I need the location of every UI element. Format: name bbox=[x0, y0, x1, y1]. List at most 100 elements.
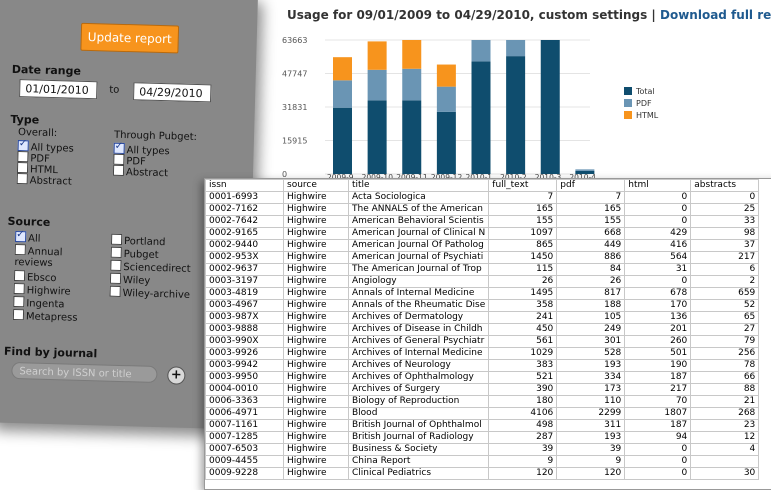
table-row[interactable]: 0001-6993 Highwire Acta Sociologica 7 7 0 0 bbox=[205, 191, 760, 204]
column-header-pdf[interactable]: pdf bbox=[556, 179, 626, 192]
bar-html bbox=[436, 64, 456, 87]
checkbox-box[interactable] bbox=[110, 246, 122, 258]
checkbox-box[interactable] bbox=[113, 142, 125, 155]
table-row[interactable]: 0007-1285 Highwire British Journal of Radi… bbox=[205, 431, 760, 444]
checkbox-box[interactable] bbox=[109, 272, 122, 284]
cell-title: American Journal Of Patholog bbox=[347, 239, 490, 252]
update-report-button[interactable]: Update report bbox=[80, 22, 180, 54]
cell-full-text: 561 bbox=[488, 335, 558, 348]
table-row[interactable]: 0002-9637 Highwire The American Journal of… bbox=[205, 263, 760, 276]
checkbox-label: Metapress bbox=[25, 311, 78, 324]
table-header-row: issn source title full_text pdf html abstracts bbox=[205, 179, 760, 192]
date-from-input[interactable]: 01/01/2010 bbox=[19, 79, 98, 100]
checkbox-box[interactable] bbox=[16, 162, 29, 174]
cell-abstracts: 23 bbox=[690, 419, 760, 432]
checkbox-wiley-archive[interactable]: Wiley-archive bbox=[109, 285, 190, 301]
bar-html bbox=[367, 41, 387, 70]
table-row[interactable]: 0002-7642 Highwire American Behavioral Sci… bbox=[205, 215, 760, 228]
cell-full-text: 1029 bbox=[488, 347, 558, 360]
column-header-full-text[interactable]: full_text bbox=[488, 179, 558, 192]
checkbox-box[interactable] bbox=[110, 259, 122, 271]
checkbox-pubget[interactable]: Pubget bbox=[110, 246, 159, 261]
journal-search-input[interactable]: Search by ISSN or title bbox=[11, 361, 158, 384]
cell-html: 678 bbox=[624, 287, 692, 300]
table-row[interactable]: 0007-6503 Highwire Business & Society 39 39 0… bbox=[205, 443, 760, 456]
cell-pdf: 249 bbox=[556, 323, 626, 336]
checkbox-wiley[interactable]: Wiley bbox=[109, 272, 151, 287]
cell-full-text: 521 bbox=[488, 371, 558, 384]
cell-abstracts: 0 bbox=[690, 191, 760, 204]
add-journal-button[interactable]: + bbox=[167, 366, 186, 385]
checkbox-box[interactable] bbox=[13, 282, 25, 295]
checkbox-box[interactable] bbox=[12, 308, 25, 321]
table-row[interactable]: 0002-953X Highwire American Journal of Psy… bbox=[205, 251, 760, 264]
cell-title: The American Journal of Trop bbox=[347, 263, 490, 276]
table-row[interactable]: 0003-987X Highwire Archives of Dermatology… bbox=[205, 311, 760, 324]
column-header-html[interactable]: html bbox=[624, 179, 692, 192]
checkbox-box[interactable] bbox=[14, 243, 26, 256]
checkbox-box[interactable] bbox=[109, 285, 121, 297]
column-header-source[interactable]: source bbox=[283, 179, 349, 192]
cell-full-text: 1495 bbox=[488, 287, 558, 300]
table-row[interactable]: 0003-3197 Highwire Angiology 26 26 0 2 bbox=[205, 275, 760, 288]
checkbox-ebsco[interactable]: Ebsco bbox=[13, 269, 57, 284]
table-row[interactable]: 0006-4971 Highwire Blood 4106 2299 1807 268 bbox=[205, 407, 760, 420]
table-row[interactable]: 0002-7162 Highwire The ANNALS of the Ameri… bbox=[205, 203, 760, 216]
cell-abstracts: 256 bbox=[690, 347, 760, 360]
table-row[interactable]: 0003-990X Highwire Archives of General Psy… bbox=[205, 335, 760, 348]
cell-html: 416 bbox=[624, 239, 692, 252]
bar-pdf bbox=[402, 68, 422, 101]
table-row[interactable]: 0006-3363 Highwire Biology of Reproduction… bbox=[205, 395, 760, 408]
cell-html: 187 bbox=[624, 419, 692, 432]
checkbox-box[interactable] bbox=[13, 269, 26, 282]
column-header-abstracts[interactable]: abstracts bbox=[690, 179, 760, 192]
checkbox-metapress[interactable]: Metapress bbox=[12, 308, 78, 324]
checkbox-box[interactable] bbox=[113, 153, 125, 166]
checkbox-abstract[interactable]: Abstract bbox=[112, 164, 168, 179]
cell-source: Highwire bbox=[283, 407, 349, 420]
checkbox-box[interactable] bbox=[17, 140, 29, 152]
cell-full-text: 115 bbox=[488, 263, 558, 276]
checkbox-all[interactable]: All bbox=[15, 231, 41, 245]
cell-html: 217 bbox=[624, 383, 692, 396]
table-row[interactable]: 0003-9888 Highwire Archives of Disease in … bbox=[205, 323, 760, 336]
column-header-issn[interactable]: issn bbox=[205, 179, 284, 192]
table-row[interactable]: 0004-0010 Highwire Archives of Surgery 390 1… bbox=[205, 383, 760, 396]
table-row[interactable]: 0002-9440 Highwire American Journal Of Pat… bbox=[205, 239, 760, 252]
table-row[interactable]: 0003-9942 Highwire Archives of Neurology 38… bbox=[205, 359, 760, 372]
table-row[interactable]: 0009-4455 Highwire China Report 9 9 0 bbox=[205, 455, 760, 468]
column-header-title[interactable]: title bbox=[347, 179, 490, 192]
checkbox-abstract[interactable]: Abstract bbox=[16, 173, 72, 188]
checkbox-box[interactable] bbox=[15, 231, 27, 243]
cell-full-text: 383 bbox=[488, 359, 558, 372]
checkbox-box[interactable] bbox=[110, 233, 123, 245]
cell-abstracts bbox=[690, 455, 760, 468]
table-row[interactable]: 0003-9926 Highwire Archives of Internal Me… bbox=[205, 347, 760, 360]
checkbox-box[interactable] bbox=[16, 173, 28, 185]
cell-issn: 0003-990X bbox=[205, 335, 284, 348]
cell-issn: 0003-4967 bbox=[205, 299, 284, 312]
checkbox-box[interactable] bbox=[17, 151, 29, 163]
cell-full-text: 39 bbox=[488, 443, 558, 456]
date-to-input[interactable]: 04/29/2010 bbox=[133, 82, 212, 103]
table-row[interactable]: 0007-1161 Highwire British Journal of Opht… bbox=[205, 419, 760, 432]
table-row[interactable]: 0003-4967 Highwire Annals of the Rheumatic… bbox=[205, 299, 760, 312]
cell-pdf: 155 bbox=[556, 215, 626, 228]
table-row[interactable]: 0002-9165 Highwire American Journal of Cli… bbox=[205, 227, 760, 240]
cell-title: American Journal of Clinical N bbox=[347, 227, 490, 240]
cell-html: 0 bbox=[624, 191, 692, 204]
table-row[interactable]: 0003-4819 Highwire Annals of Internal Medi… bbox=[205, 287, 760, 300]
cell-abstracts: 88 bbox=[690, 383, 760, 396]
table-row[interactable]: 0003-9950 Highwire Archives of Ophthalmolo… bbox=[205, 371, 760, 384]
checkbox-box[interactable] bbox=[112, 164, 125, 177]
download-full-report-link[interactable]: Download full report bbox=[660, 8, 771, 22]
cell-source: Highwire bbox=[283, 443, 349, 456]
report-heading: Usage for 09/01/2009 to 04/29/2010, cust… bbox=[287, 8, 771, 22]
cell-html: 31 bbox=[624, 263, 692, 276]
y-tick-label: 47747 bbox=[282, 70, 307, 79]
checkbox-annual[interactable]: Annual bbox=[14, 243, 63, 258]
cell-html: 201 bbox=[624, 323, 692, 336]
cell-html: 70 bbox=[624, 395, 692, 408]
cell-pdf: 449 bbox=[556, 239, 626, 252]
checkbox-box[interactable] bbox=[13, 295, 25, 308]
